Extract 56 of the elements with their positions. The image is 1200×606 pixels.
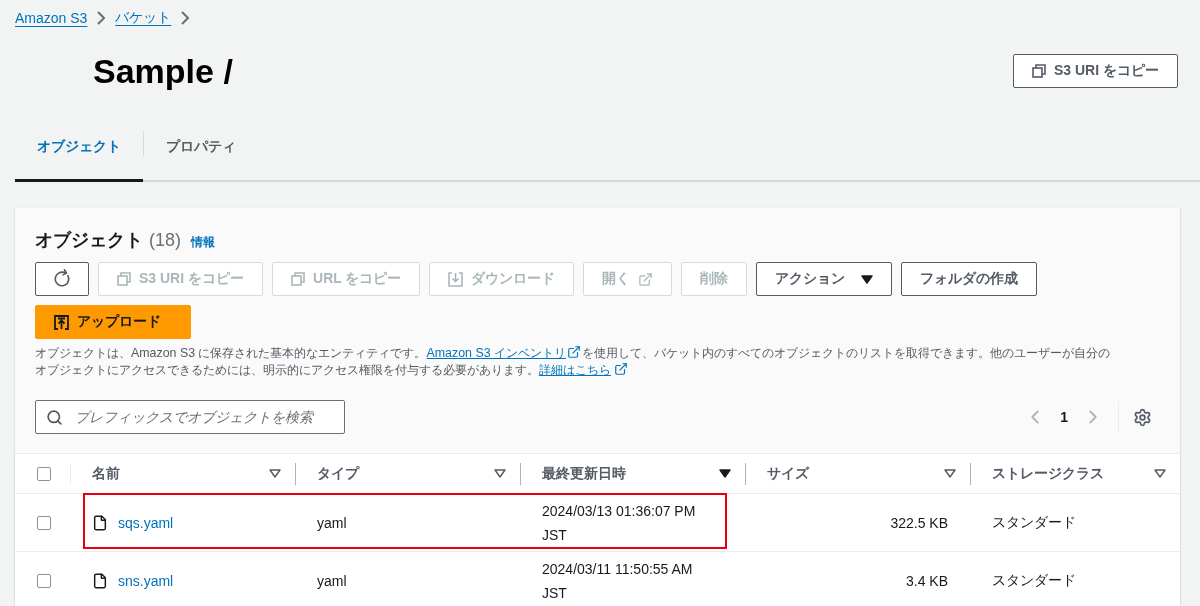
external-link-icon — [638, 271, 654, 287]
copy-uri-button[interactable]: S3 URI をコピー — [1013, 54, 1178, 88]
external-link-icon — [614, 362, 628, 376]
sort-icon — [944, 469, 956, 478]
info-link[interactable]: 情報 — [191, 234, 215, 251]
sort-icon — [719, 469, 731, 478]
search-icon — [46, 408, 63, 426]
sort-icon — [269, 469, 281, 478]
chevron-right-icon — [181, 11, 190, 25]
table-cell: スタンダード — [992, 513, 1076, 532]
panel-title: オブジェクト — [35, 229, 143, 252]
table-cell-text: 2024/03/11 11:50:55 AM JST — [542, 559, 694, 603]
file-icon — [92, 572, 108, 589]
upload-button[interactable]: アップロード — [35, 305, 191, 339]
learn-more-link[interactable]: 詳細はこちら — [539, 363, 611, 377]
copy-icon — [1032, 64, 1046, 78]
upload-icon — [54, 314, 69, 330]
download-icon — [448, 271, 464, 287]
column-header[interactable]: タイプ — [296, 464, 494, 483]
column-header[interactable]: 名前 — [71, 464, 269, 483]
column-header[interactable]: サイズ — [746, 464, 944, 483]
toolbar-button[interactable]: フォルダの作成 — [901, 262, 1038, 296]
table-cell: スタンダード — [992, 571, 1076, 590]
sort-icon — [1154, 469, 1166, 478]
column-header[interactable]: 最終更新日時 — [521, 464, 719, 483]
tab[interactable]: オブジェクト — [15, 115, 143, 182]
copy-icon — [291, 272, 305, 286]
checkbox[interactable] — [36, 515, 51, 530]
tab[interactable]: プロパティ — [144, 115, 258, 182]
file-name-link[interactable]: sqs.yaml — [118, 514, 174, 531]
breadcrumb-link[interactable]: Amazon S3 — [15, 10, 88, 26]
settings-icon[interactable] — [1133, 407, 1152, 427]
actions-dropdown[interactable]: アクション — [756, 262, 893, 296]
inventory-link[interactable]: Amazon S3 インベントリ — [426, 346, 566, 360]
caret-icon — [861, 274, 874, 284]
checkbox[interactable] — [36, 573, 51, 588]
page-number[interactable]: 1 — [1060, 409, 1068, 425]
search-field[interactable]: プレフィックスでオブジェクトを検索 — [35, 400, 345, 434]
object-count: (18) — [149, 230, 181, 251]
chevron-right-icon — [97, 11, 106, 25]
table-cell: yaml — [317, 572, 347, 589]
copy-icon — [117, 272, 131, 286]
file-name-link[interactable]: sns.yaml — [118, 572, 174, 589]
page-title: Sample / — [93, 51, 233, 91]
table-cell: 3.4 KB — [905, 572, 948, 589]
sort-icon — [494, 469, 506, 478]
breadcrumb-link[interactable]: バケット — [115, 9, 172, 27]
table-cell-text: 2024/03/13 01:36:07 PM JST — [542, 501, 697, 545]
file-icon — [92, 514, 108, 531]
refresh-button[interactable] — [35, 262, 89, 296]
external-link-icon — [567, 345, 581, 359]
table-cell: 322.5 KB — [890, 514, 948, 531]
description-text: オブジェクトは、Amazon S3 に保存された基本的なエンティティです。Amazon S3 インベントリ を使用して、バケット内のすべてのオブジェクトのリストを取得できます。他のユーザーが自分のオブジェクトにアクセスできるためには、明示的にアクセス権限を付与する必要があります。詳細はこちら — [35, 345, 1110, 379]
column-header[interactable]: ストレージクラス — [971, 464, 1154, 483]
checkbox[interactable] — [36, 466, 51, 481]
table-cell: yaml — [317, 514, 347, 531]
